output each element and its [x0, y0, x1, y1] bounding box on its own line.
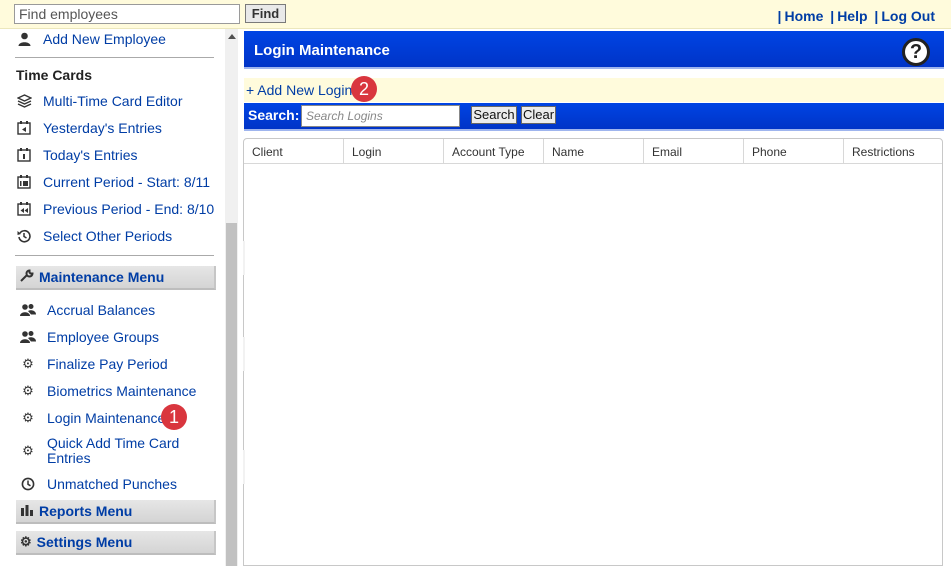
search-button[interactable]: Search [471, 106, 517, 124]
separator: | [830, 8, 835, 24]
time-cards-title: Time Cards [16, 67, 92, 83]
top-bar: Find |Home |Help |Log Out [0, 0, 951, 29]
sidebar-item-previous-period[interactable]: Previous Period - End: 8/10 [16, 198, 214, 220]
edge-shade [243, 450, 245, 484]
column-header-name[interactable]: Name [544, 139, 644, 164]
scroll-thumb[interactable] [226, 223, 237, 566]
bar-chart-icon [20, 504, 34, 519]
logout-link[interactable]: Log Out [881, 8, 935, 24]
add-new-employee-label: Add New Employee [43, 31, 166, 47]
calendar-day-icon [16, 147, 32, 163]
scroll-up-arrow-icon[interactable] [228, 34, 236, 39]
sidebar-item-label: Select Other Periods [43, 228, 173, 244]
separator: | [777, 8, 782, 24]
add-login-bar: + Add New Login [244, 78, 944, 102]
search-logins-input[interactable] [301, 105, 460, 127]
step-badge-1: 1 [161, 404, 187, 430]
wrench-icon [20, 268, 34, 286]
reports-menu-label: Reports Menu [39, 503, 133, 519]
sidebar-item-unmatched-punches[interactable]: Unmatched Punches [20, 473, 177, 495]
sidebar-item-label: Biometrics Maintenance [47, 383, 197, 399]
sidebar-item-label: Finalize Pay Period [47, 356, 168, 372]
calendar-14-icon [16, 174, 32, 190]
layers-icon [16, 93, 32, 109]
sidebar-item-label: Multi-Time Card Editor [43, 93, 183, 109]
search-bar: Search: Search Clear [244, 103, 944, 131]
calendar-rewind-icon [16, 201, 32, 217]
sidebar-item-biometrics-maintenance[interactable]: ⚙ Biometrics Maintenance [20, 380, 196, 402]
column-header-login[interactable]: Login [344, 139, 444, 164]
sidebar-item-label: Unmatched Punches [47, 476, 177, 492]
sidebar-item-yesterdays-entries[interactable]: Yesterday's Entries [16, 117, 162, 139]
logins-table: Client Login Account Type Name Email Pho… [243, 138, 943, 566]
sidebar-item-label: Login Maintenance [47, 410, 166, 426]
sidebar-item-label: Yesterday's Entries [43, 120, 162, 136]
column-header-restrictions[interactable]: Restrictions [844, 139, 942, 164]
sidebar-item-label: Employee Groups [47, 329, 160, 345]
clear-button[interactable]: Clear [521, 106, 556, 124]
gear-icon: ⚙ [22, 383, 34, 398]
maintenance-menu-header[interactable]: Maintenance Menu [16, 266, 216, 290]
maintenance-menu-label: Maintenance Menu [39, 269, 165, 285]
table-header: Client Login Account Type Name Email Pho… [244, 139, 942, 164]
home-link[interactable]: Home [784, 8, 823, 24]
top-links: | Home | Help | Log Out [775, 8, 935, 24]
sidebar-item-accrual-balances[interactable]: Accrual Balances [20, 299, 155, 321]
users-icon [20, 302, 36, 318]
history-icon [16, 228, 32, 244]
clock-icon [20, 476, 36, 492]
separator: | [874, 8, 879, 24]
sidebar-item-multi-time-card-editor[interactable]: Multi-Time Card Editor [16, 90, 183, 112]
sidebar-item-label: Today's Entries [43, 147, 138, 163]
settings-menu-label: Settings Menu [36, 534, 133, 550]
gear-icon: ⚙ [22, 410, 34, 425]
page-header: Login Maintenance ? [244, 31, 944, 69]
sidebar-scrollbar[interactable] [225, 29, 238, 566]
calendar-back-icon [16, 120, 32, 136]
help-link[interactable]: Help [837, 8, 867, 24]
edge-shade [243, 241, 245, 275]
sidebar-item-label: Current Period - Start: 8/11 [43, 174, 211, 190]
gear-icon: ⚙ [22, 356, 34, 371]
sidebar-item-current-period[interactable]: Current Period - Start: 8/11 [16, 171, 210, 193]
sidebar-item-select-other-periods[interactable]: Select Other Periods [16, 225, 172, 247]
find-button[interactable]: Find [245, 4, 286, 23]
person-icon [16, 31, 32, 47]
add-new-login-link[interactable]: + Add New Login [246, 82, 352, 98]
column-header-account-type[interactable]: Account Type [444, 139, 544, 164]
column-header-client[interactable]: Client [244, 139, 344, 164]
sidebar-item-label-wrap: Quick Add Time Card Entries [47, 436, 179, 466]
sidebar-item-label: Entries [47, 450, 91, 466]
sidebar-item-quick-add-time-card-entries[interactable]: ⚙ Quick Add Time Card Entries [20, 434, 179, 468]
sidebar-item-todays-entries[interactable]: Today's Entries [16, 144, 138, 166]
edge-shade [243, 337, 245, 371]
column-header-phone[interactable]: Phone [744, 139, 844, 164]
gear-icon: ⚙ [20, 534, 32, 549]
search-label: Search: [248, 107, 300, 123]
divider [15, 57, 214, 58]
sidebar: Add New Employee Time Cards Multi-Time C… [0, 29, 225, 566]
page-title: Login Maintenance [254, 42, 390, 59]
column-header-email[interactable]: Email [644, 139, 744, 164]
settings-menu-header[interactable]: ⚙ Settings Menu [16, 531, 216, 555]
step-badge-2: 2 [351, 76, 377, 102]
sidebar-item-label: Previous Period - End: 8/10 [43, 201, 215, 217]
divider [15, 255, 214, 256]
help-icon[interactable]: ? [902, 38, 930, 66]
sidebar-item-employee-groups[interactable]: Employee Groups [20, 326, 159, 348]
sidebar-item-finalize-pay-period[interactable]: ⚙ Finalize Pay Period [20, 353, 168, 375]
reports-menu-header[interactable]: Reports Menu [16, 500, 216, 524]
users-icon [20, 329, 36, 345]
find-employees-input[interactable] [14, 4, 240, 24]
add-new-employee-link[interactable]: Add New Employee [16, 28, 166, 50]
sidebar-item-login-maintenance[interactable]: ⚙ Login Maintenance [20, 407, 165, 429]
sidebar-item-label: Accrual Balances [47, 302, 156, 318]
gear-icon: ⚙ [22, 443, 34, 458]
sidebar-item-label: Quick Add Time Card [47, 435, 180, 451]
